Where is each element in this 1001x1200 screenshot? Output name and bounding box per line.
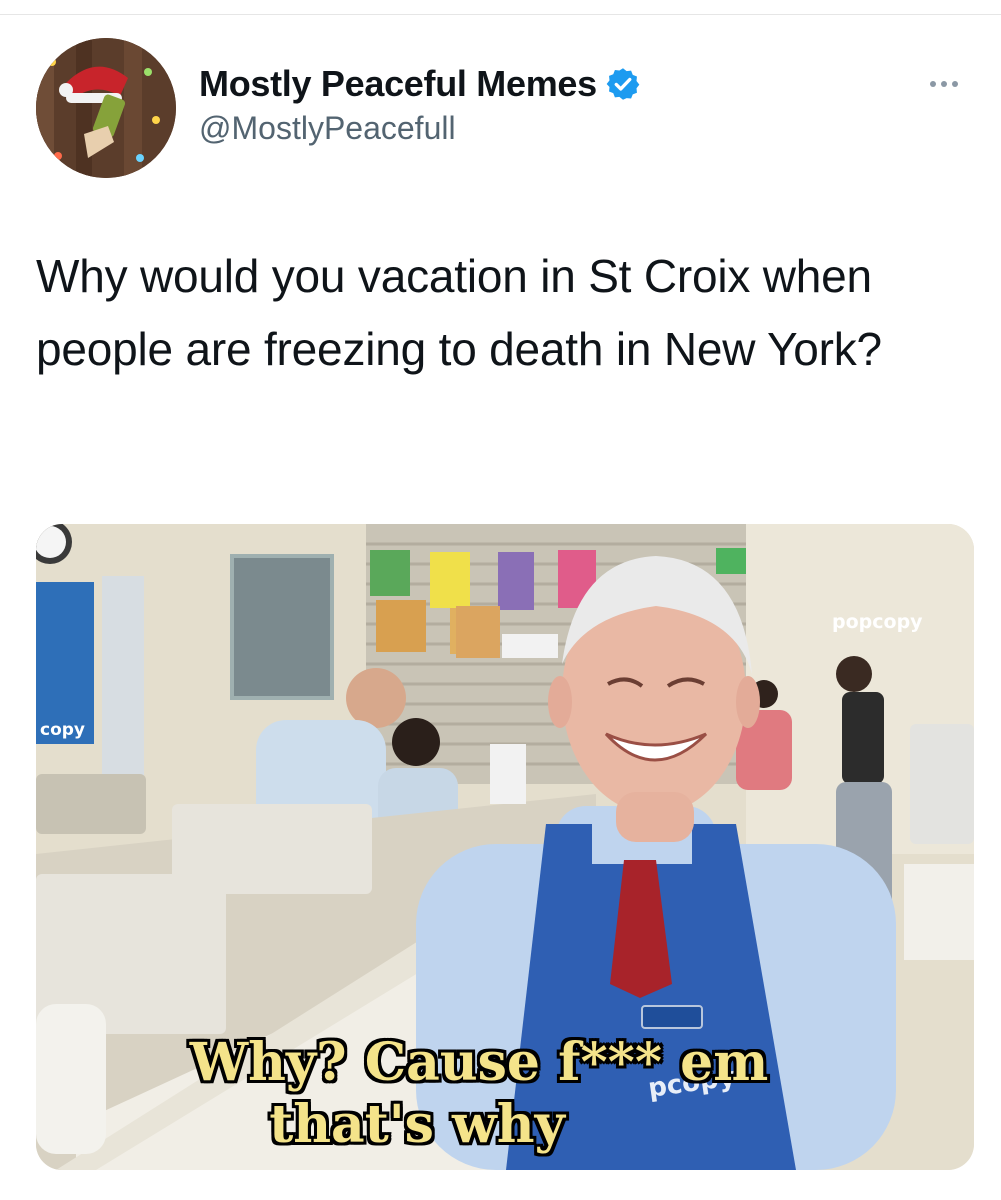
more-dot [952, 81, 958, 87]
more-dot [930, 81, 936, 87]
display-name[interactable]: Mostly Peaceful Memes [199, 63, 597, 105]
display-name-row: Mostly Peaceful Memes [199, 62, 641, 106]
more-dot [941, 81, 947, 87]
sign-right-text: popcopy [832, 611, 923, 633]
meme-caption-line-1: Why? Cause f*** em [189, 1032, 769, 1093]
meme-caption-line-2: that's why [269, 1094, 565, 1155]
top-divider [0, 14, 1001, 15]
sign-left-text: copy [40, 720, 86, 740]
verified-badge-icon [606, 68, 640, 100]
tweet-media[interactable]: copy popcopy pcopy Why? Cause f*** em th… [36, 524, 974, 1170]
avatar[interactable] [36, 38, 176, 178]
avatar-icon [36, 38, 176, 178]
handle[interactable]: @MostlyPeacefull [199, 110, 641, 147]
author-block: Mostly Peaceful Memes @MostlyPeacefull [199, 62, 641, 147]
tweet-text: Why would you vacation in St Croix when … [36, 250, 882, 375]
more-options-icon[interactable] [916, 64, 972, 104]
